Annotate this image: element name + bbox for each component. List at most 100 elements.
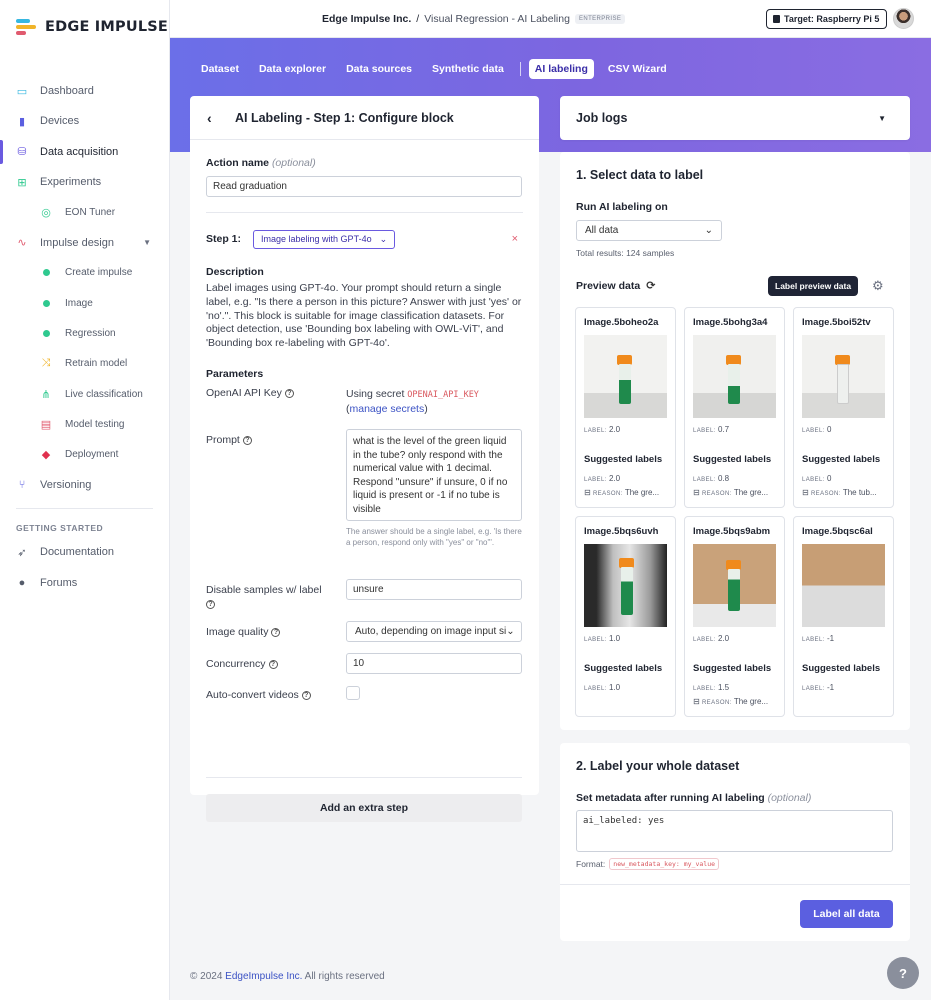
suggested-value: 0 [826, 474, 832, 483]
suggested-labels-heading: Suggested labels [584, 663, 663, 674]
logo-mark-icon [16, 18, 38, 36]
preview-tile[interactable]: Image.5bqsc6al LABEL: -1 Suggested label… [793, 516, 894, 717]
suggested-label: LABEL: 1.0 [584, 683, 620, 692]
whole-dataset-title: 2. Label your whole dataset [576, 759, 740, 773]
label-key: LABEL: [802, 477, 825, 483]
suggested-value: 0.8 [717, 474, 730, 483]
label-all-data-button[interactable]: Label all data [800, 900, 893, 928]
sidebar-item-live-classification[interactable]: ⋔ Live classification [0, 379, 169, 409]
footer-brand-link[interactable]: EdgeImpulse Inc. [225, 971, 302, 982]
remove-step-icon[interactable]: × [512, 233, 518, 245]
sidebar-item-data-acquisition[interactable]: ⛁ Data acquisition [0, 137, 169, 167]
sample-label: LABEL: 0 [802, 425, 831, 434]
shuffle-icon: ⤨ [41, 357, 51, 370]
label-value: 2.0 [608, 425, 621, 434]
preview-tile[interactable]: Image.5bohg3a4 LABEL: 0.7 Suggested labe… [684, 307, 785, 508]
job-logs-card[interactable]: Job logs ▼ [560, 96, 910, 140]
cube-icon: ◆ [41, 449, 51, 462]
label-preview-data-button[interactable]: Label preview data [768, 276, 859, 296]
step-block-select[interactable]: Image labeling with GPT-4o ⌄ [253, 229, 396, 249]
prompt-textarea[interactable]: what is the level of the green liquid in… [346, 428, 522, 521]
sample-label: LABEL: 2.0 [693, 634, 729, 643]
help-icon[interactable]: ? [268, 659, 278, 669]
preview-tile[interactable]: Image.5bqs9abm LABEL: 2.0 Suggested labe… [684, 516, 785, 717]
breadcrumb-org[interactable]: Edge Impulse Inc. [322, 13, 411, 25]
gear-icon[interactable]: ⚙ [872, 278, 884, 294]
sidebar-item-label: Deployment [65, 449, 119, 461]
target-device-button[interactable]: Target: Raspberry Pi 5 [766, 9, 888, 29]
secret-name: OPENAI_API_KEY [407, 389, 479, 400]
help-icon[interactable]: ? [301, 690, 311, 700]
list-icon: ⊟ [584, 488, 591, 497]
sidebar-item-label: Forums [40, 576, 78, 589]
suggested-labels-heading: Suggested labels [693, 454, 772, 465]
sidebar-item-deployment[interactable]: ◆ Deployment [0, 440, 169, 470]
add-extra-step-button[interactable]: Add an extra step [206, 794, 522, 822]
sidebar: EDGE IMPULSE ▭ Dashboard ▮ Devices ⛁ Dat… [0, 0, 170, 1000]
tab-data-sources[interactable]: Data sources [340, 59, 418, 79]
sidebar-item-eon-tuner[interactable]: ◎ EON Tuner [0, 197, 169, 227]
tab-synthetic-data[interactable]: Synthetic data [426, 59, 510, 79]
preview-tile[interactable]: Image.5boheo2a LABEL: 2.0 Suggested labe… [575, 307, 676, 508]
caret-down-icon[interactable]: ▼ [878, 114, 886, 123]
breadcrumb-project[interactable]: Visual Regression - AI Labeling [424, 13, 570, 25]
sidebar-item-documentation[interactable]: ➶ Documentation [0, 537, 169, 567]
edge-impulse-logo[interactable]: EDGE IMPULSE [16, 18, 168, 36]
metadata-label-text: Set metadata after running AI labeling [576, 792, 765, 804]
tab-data-explorer[interactable]: Data explorer [253, 59, 332, 79]
help-button[interactable]: ? [887, 957, 919, 989]
api-key-label-text: OpenAI API Key [206, 386, 282, 399]
help-icon[interactable]: ? [284, 388, 294, 398]
step-block-value: Image labeling with GPT-4o [261, 234, 372, 244]
sidebar-item-versioning[interactable]: ⑂ Versioning [0, 470, 169, 500]
table-icon: ⊞ [17, 176, 27, 189]
sidebar-item-experiments[interactable]: ⊞ Experiments [0, 167, 169, 197]
run-on-select[interactable]: All data ⌄ [576, 220, 722, 241]
sidebar-item-model-testing[interactable]: ▤ Model testing [0, 409, 169, 439]
job-logs-title: Job logs [576, 111, 628, 125]
back-arrow-icon[interactable]: ‹ [207, 110, 235, 126]
reason-key: REASON: [810, 491, 841, 497]
action-name-input[interactable]: Read graduation [206, 176, 522, 197]
list-icon: ⊟ [693, 488, 700, 497]
preview-tile[interactable]: Image.5boi52tv LABEL: 0 Suggested labels… [793, 307, 894, 508]
chevron-down-icon: ⌄ [506, 625, 515, 637]
refresh-icon[interactable]: ⟳ [646, 279, 655, 292]
sample-name: Image.5bqsc6al [802, 526, 873, 537]
chevron-down-icon[interactable]: ▼ [143, 238, 151, 247]
auto-convert-checkbox[interactable] [346, 685, 360, 700]
disable-samples-input[interactable]: unsure [346, 578, 522, 600]
sidebar-item-label: Impulse design [40, 236, 114, 249]
sidebar-item-devices[interactable]: ▮ Devices [0, 106, 169, 136]
tab-ai-labeling[interactable]: AI labeling [528, 59, 594, 79]
tab-csv-wizard[interactable]: CSV Wizard [602, 59, 673, 79]
metadata-textarea[interactable]: ai_labeled: yes [576, 810, 893, 852]
concurrency-label-text: Concurrency [206, 657, 266, 670]
help-icon[interactable]: ? [271, 627, 281, 637]
sidebar-item-create-impulse[interactable]: Create impulse [0, 258, 169, 288]
sidebar-item-regression[interactable]: Regression [0, 318, 169, 348]
sidebar-item-dashboard[interactable]: ▭ Dashboard [0, 76, 169, 106]
preview-tile[interactable]: Image.5bqs6uvh LABEL: 1.0 Suggested labe… [575, 516, 676, 717]
label-value: 0.7 [717, 425, 730, 434]
label-value: 2.0 [717, 634, 730, 643]
sidebar-item-label: Regression [65, 328, 116, 340]
help-icon[interactable]: ? [206, 599, 215, 609]
avatar[interactable] [893, 8, 914, 29]
sidebar-item-impulse-design[interactable]: ∿ Impulse design ▼ [0, 227, 169, 257]
sidebar-item-retrain-model[interactable]: ⤨ Retrain model [0, 349, 169, 379]
database-icon: ⛁ [17, 146, 27, 159]
format-label: Format: [576, 859, 606, 869]
manage-secrets-link[interactable]: manage secrets [350, 403, 425, 415]
concurrency-input[interactable]: 10 [346, 652, 522, 674]
suggested-label: LABEL: 0.8 [693, 474, 729, 483]
label-key: LABEL: [693, 477, 716, 483]
tab-dataset[interactable]: Dataset [195, 59, 245, 79]
image-quality-select[interactable]: Auto, depending on image input si ⌄ [346, 620, 522, 642]
help-icon[interactable]: ? [242, 435, 252, 445]
suggested-value: 2.0 [608, 474, 621, 483]
sidebar-item-forums[interactable]: ● Forums [0, 567, 169, 597]
sidebar-item-image[interactable]: Image [0, 288, 169, 318]
label-whole-dataset-card: 2. Label your whole dataset Set metadata… [560, 743, 910, 941]
image-quality-row: Image quality ? Auto, depending on image… [206, 620, 523, 653]
